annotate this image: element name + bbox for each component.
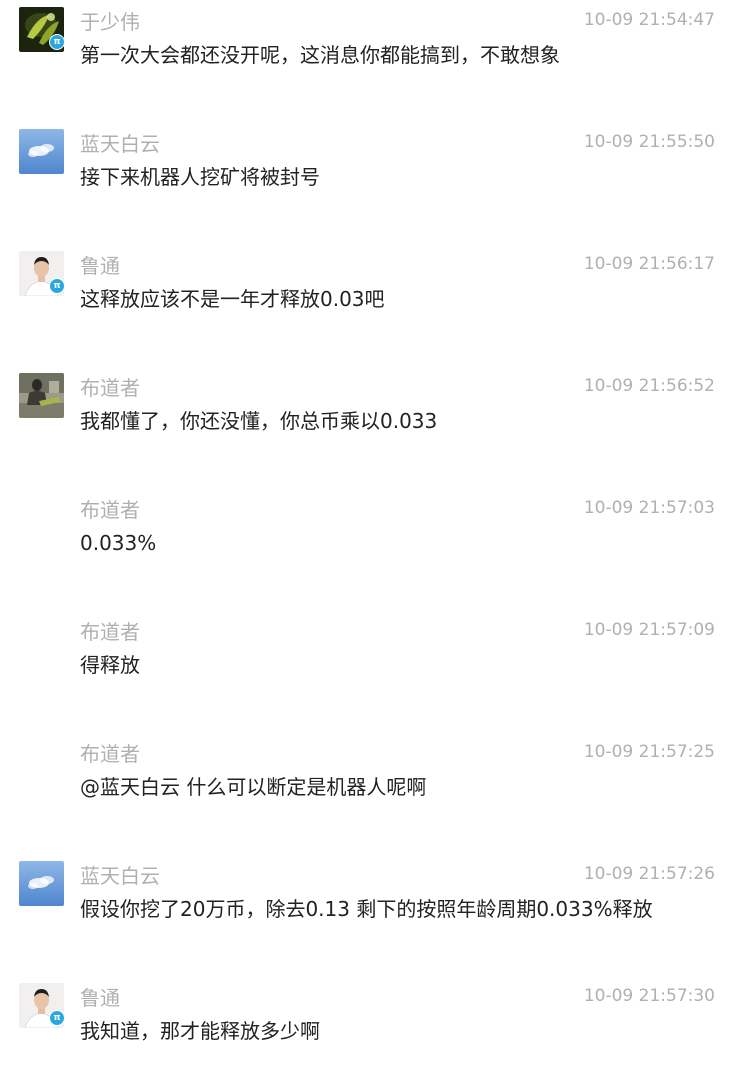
chat-message: π 鲁通 10-09 21:57:30 我知道，那才能释放多少啊 [0, 978, 745, 1078]
avatar[interactable] [19, 861, 64, 906]
message-timestamp: 10-09 21:57:25 [583, 742, 715, 762]
sender-name: 布道者 [80, 742, 140, 766]
avatar[interactable] [19, 373, 64, 418]
message-timestamp: 10-09 21:55:50 [583, 132, 715, 152]
message-text: 这释放应该不是一年才释放0.03吧 [80, 287, 385, 311]
message-timestamp: 10-09 21:54:47 [583, 10, 715, 30]
message-text: 第一次大会都还没开呢，这消息你都能搞到，不敢想象 [80, 43, 560, 67]
chat-message: π 鲁通 10-09 21:56:17 这释放应该不是一年才释放0.03吧 [0, 246, 745, 346]
pi-badge-icon: π [49, 34, 65, 50]
message-timestamp: 10-09 21:56:17 [583, 254, 715, 274]
blue-sky-clouds-avatar-image [19, 129, 64, 174]
message-timestamp: 10-09 21:57:30 [583, 986, 715, 1006]
pi-badge-icon: π [49, 278, 65, 294]
blue-sky-clouds-avatar-image [19, 861, 64, 906]
message-text: 0.033% [80, 531, 157, 555]
chat-message: 蓝天白云 10-09 21:55:50 接下来机器人挖矿将被封号 [0, 124, 745, 224]
sender-name: 鲁通 [80, 254, 120, 278]
chat-message: 布道者 10-09 21:56:52 我都懂了，你还没懂，你总币乘以0.033 [0, 368, 745, 468]
sender-name: 于少伟 [80, 10, 140, 34]
message-timestamp: 10-09 21:57:03 [583, 498, 715, 518]
chat-message: 布道者 10-09 21:57:25 @蓝天白云 什么可以断定是机器人呢啊 [0, 734, 745, 834]
avatar[interactable]: π [19, 983, 65, 1028]
message-text: 我知道，那才能释放多少啊 [80, 1019, 320, 1043]
avatar[interactable]: π [19, 7, 65, 52]
pi-badge-icon: π [49, 1010, 65, 1026]
sender-name: 蓝天白云 [80, 864, 160, 888]
avatar[interactable] [19, 129, 64, 174]
message-text: @蓝天白云 什么可以断定是机器人呢啊 [80, 775, 427, 799]
sender-name: 布道者 [80, 376, 140, 400]
message-text: 得释放 [80, 653, 140, 677]
avatar[interactable]: π [19, 251, 65, 296]
sender-name: 鲁通 [80, 986, 120, 1010]
message-text: 接下来机器人挖矿将被封号 [80, 165, 320, 189]
sender-name: 布道者 [80, 498, 140, 522]
chat-message: 布道者 10-09 21:57:09 得释放 [0, 612, 745, 712]
chat-message: 蓝天白云 10-09 21:57:26 假设你挖了20万币，除去0.13 剩下的… [0, 856, 745, 956]
chat-message: π 于少伟 10-09 21:54:47 第一次大会都还没开呢，这消息你都能搞到… [0, 2, 745, 102]
message-timestamp: 10-09 21:57:09 [583, 620, 715, 640]
sender-name: 蓝天白云 [80, 132, 160, 156]
message-text: 我都懂了，你还没懂，你总币乘以0.033 [80, 409, 438, 433]
chat-message-list: π 于少伟 10-09 21:54:47 第一次大会都还没开呢，这消息你都能搞到… [0, 0, 745, 1064]
message-timestamp: 10-09 21:57:26 [583, 864, 715, 884]
seated-person-photo-avatar-image [19, 373, 64, 418]
chat-message: 布道者 10-09 21:57:03 0.033% [0, 490, 745, 590]
message-timestamp: 10-09 21:56:52 [583, 376, 715, 396]
message-text: 假设你挖了20万币，除去0.13 剩下的按照年龄周期0.033%释放 [80, 897, 653, 921]
sender-name: 布道者 [80, 620, 140, 644]
